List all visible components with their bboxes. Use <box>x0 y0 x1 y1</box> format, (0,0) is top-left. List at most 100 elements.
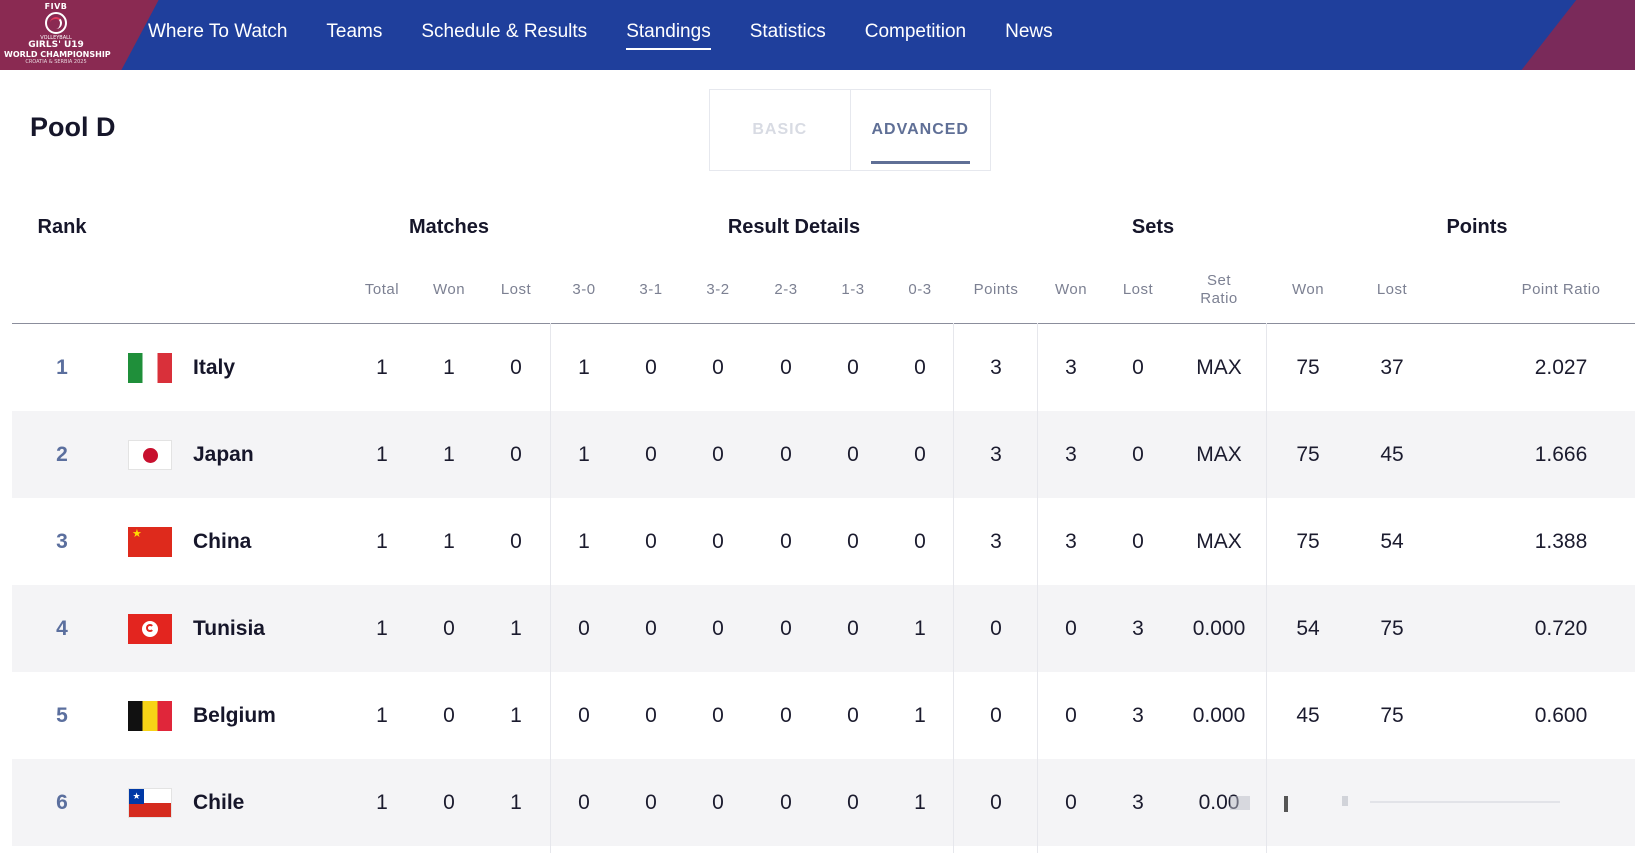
col-won: Won <box>432 281 466 298</box>
cell-r32: 0 <box>712 443 724 466</box>
cell-r32: 0 <box>712 791 724 814</box>
col-sets-lost: Lost <box>1122 281 1154 298</box>
cell-won: 1 <box>443 530 455 553</box>
cell-set-ratio: MAX <box>1196 443 1242 466</box>
col-1-3: 1-3 <box>841 281 865 298</box>
cell-lost: 1 <box>510 617 522 640</box>
cell-pts-won: 75 <box>1296 443 1320 466</box>
cell-r13: 0 <box>847 617 859 640</box>
cell-lost: 1 <box>510 704 522 727</box>
cell-set-ratio: 0.000 <box>1192 617 1246 640</box>
team-name-link[interactable]: Japan <box>193 411 254 498</box>
separator-points <box>1037 323 1038 853</box>
team-name-link[interactable]: Tunisia <box>193 585 265 672</box>
nav-statistics[interactable]: Statistics <box>750 0 826 70</box>
col-2-3: 2-3 <box>774 281 798 298</box>
cell-sets-lost: 0 <box>1132 530 1144 553</box>
table-row[interactable]: 5 Belgium 1 0 1 0 0 0 0 0 1 0 0 3 0.000 45 75 0.600 <box>12 672 1635 759</box>
rank-cell: 3 <box>56 530 68 553</box>
header-result-details: Result Details <box>727 216 861 238</box>
cell-point-ratio: 0.600 <box>1534 704 1588 727</box>
nav-where-to-watch[interactable]: Where To Watch <box>148 0 287 70</box>
logo-line4: CROATIA & SERBIA 2025 <box>25 59 87 65</box>
separator-sets <box>1266 323 1267 853</box>
cell-pts-lost: 75 <box>1380 704 1404 727</box>
cell-total: 1 <box>376 530 388 553</box>
cell-points: 0 <box>990 704 1002 727</box>
cell-sets-won: 3 <box>1065 356 1077 379</box>
cell-lost: 1 <box>510 791 522 814</box>
top-navigation-bar: FIVB VOLLEYBALL GIRLS' U19 WORLD CHAMPIO… <box>0 0 1635 70</box>
cell-points: 3 <box>990 443 1002 466</box>
cell-lost: 0 <box>510 443 522 466</box>
cell-pts-lost: 37 <box>1380 356 1404 379</box>
col-3-0: 3-0 <box>572 281 596 298</box>
view-tabs: BASIC ADVANCED <box>709 89 991 171</box>
italy-flag-icon <box>128 353 172 383</box>
header-points: Points <box>1446 216 1508 238</box>
china-flag-icon: ★ <box>128 527 172 557</box>
cell-won: 0 <box>443 617 455 640</box>
cell-points: 0 <box>990 617 1002 640</box>
col-point-ratio: Point Ratio <box>1521 281 1601 298</box>
championship-logo[interactable]: FIVB VOLLEYBALL GIRLS' U19 WORLD CHAMPIO… <box>4 2 111 66</box>
rank-cell: 6 <box>56 791 68 814</box>
cell-r30: 1 <box>578 356 590 379</box>
cell-r30: 0 <box>578 704 590 727</box>
chile-flag-icon: ★ <box>128 788 172 818</box>
logo-fivb: FIVB <box>44 2 68 11</box>
cell-won: 1 <box>443 356 455 379</box>
cell-point-ratio: 0.720 <box>1534 617 1588 640</box>
tab-basic[interactable]: BASIC <box>710 90 851 170</box>
header-sets: Sets <box>1131 216 1175 238</box>
nav-teams[interactable]: Teams <box>326 0 382 70</box>
cell-r03: 1 <box>914 791 926 814</box>
tab-advanced[interactable]: ADVANCED <box>851 90 991 170</box>
team-name-link[interactable]: Italy <box>193 324 235 411</box>
cell-won: 0 <box>443 791 455 814</box>
separator-results <box>953 323 954 853</box>
team-name-link[interactable]: Belgium <box>193 672 276 759</box>
table-row[interactable]: 3 ★ China 1 1 0 1 0 0 0 0 0 3 3 0 MAX 75 54 1.388 <box>12 498 1635 585</box>
nav-news[interactable]: News <box>1005 0 1053 70</box>
cell-r32: 0 <box>712 530 724 553</box>
cell-lost: 0 <box>510 356 522 379</box>
cell-total: 1 <box>376 443 388 466</box>
cell-r23: 0 <box>780 530 792 553</box>
cell-r30: 1 <box>578 443 590 466</box>
table-row[interactable]: 1 Italy 1 1 0 1 0 0 0 0 0 3 3 0 MAX 75 37 2.027 <box>12 324 1635 411</box>
cell-r31: 0 <box>645 704 657 727</box>
cell-set-ratio: 0.000 <box>1192 704 1246 727</box>
cell-set-ratio: MAX <box>1196 530 1242 553</box>
cell-r31: 0 <box>645 443 657 466</box>
team-name-link[interactable]: China <box>193 498 251 585</box>
logo-line3: WORLD CHAMPIONSHIP <box>4 50 111 59</box>
japan-flag-icon <box>128 440 172 470</box>
cell-pts-lost: 75 <box>1380 617 1404 640</box>
col-sets-won: Won <box>1054 281 1088 298</box>
table-row[interactable]: 4 Tunisia 1 0 1 0 0 0 0 0 1 0 0 3 0.000 54 75 0.720 <box>12 585 1635 672</box>
header-rank: Rank <box>37 216 87 238</box>
cell-r30: 0 <box>578 791 590 814</box>
cell-r32: 0 <box>712 356 724 379</box>
cell-r13: 0 <box>847 356 859 379</box>
rank-cell: 4 <box>56 617 68 640</box>
cell-r31: 0 <box>645 791 657 814</box>
nav-schedule-results[interactable]: Schedule & Results <box>421 0 587 70</box>
cell-points: 3 <box>990 530 1002 553</box>
cell-lost: 0 <box>510 530 522 553</box>
cell-r31: 0 <box>645 617 657 640</box>
cell-pts-lost: 54 <box>1380 530 1404 553</box>
col-points-lost: Lost <box>1376 281 1408 298</box>
table-row[interactable]: 2 Japan 1 1 0 1 0 0 0 0 0 3 3 0 MAX 75 45 1.666 <box>12 411 1635 498</box>
media-overlay-controls <box>1230 790 1570 816</box>
logo-line2: GIRLS' U19 <box>28 40 84 50</box>
col-3-2: 3-2 <box>706 281 730 298</box>
col-0-3: 0-3 <box>908 281 932 298</box>
cell-r03: 0 <box>914 530 926 553</box>
team-name-link[interactable]: Chile <box>193 759 244 846</box>
belgium-flag-icon <box>128 701 172 731</box>
nav-competition[interactable]: Competition <box>865 0 966 70</box>
nav-standings[interactable]: Standings <box>626 0 711 70</box>
pool-title: Pool D <box>30 112 116 142</box>
